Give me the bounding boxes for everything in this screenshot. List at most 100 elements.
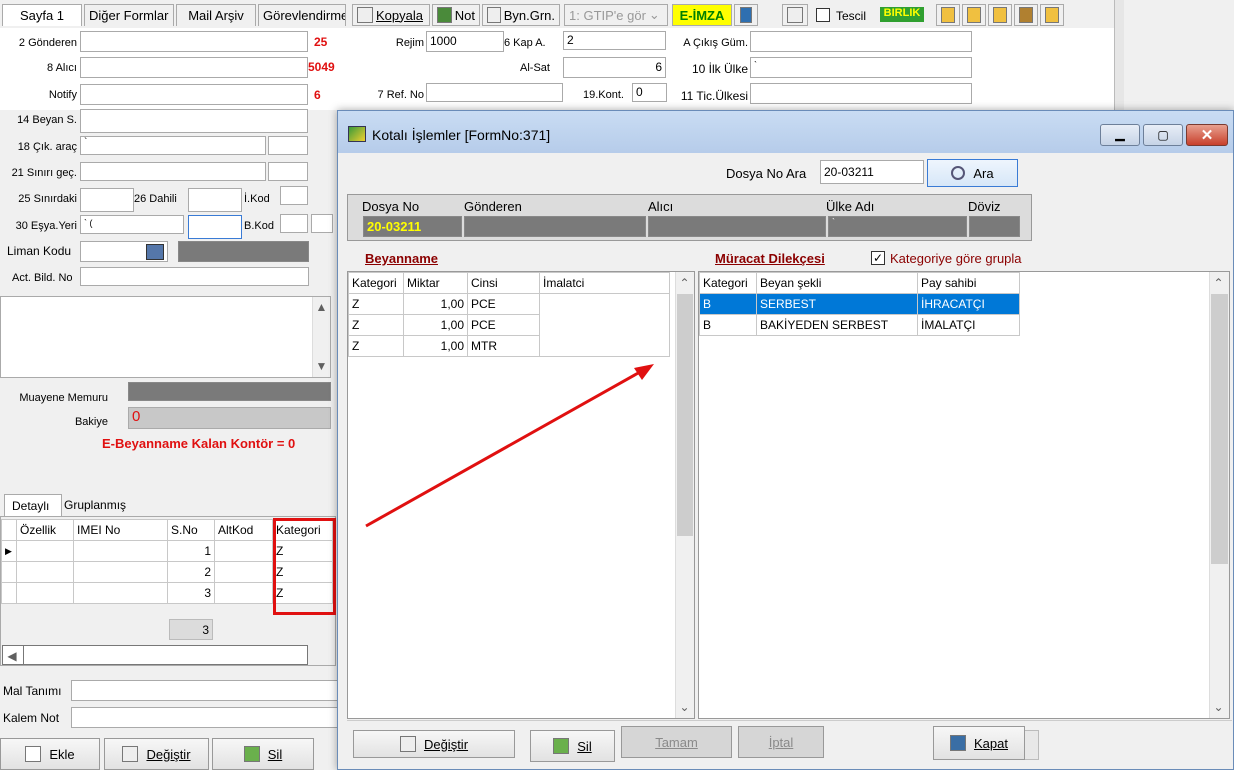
alici-field[interactable] xyxy=(80,57,308,78)
tab-diger-formlar[interactable]: Diğer Formlar xyxy=(84,4,174,26)
folder-new-button[interactable] xyxy=(1040,4,1064,26)
gtip-dropdown[interactable]: 1: GTIP'e gör ⌄ xyxy=(564,4,668,26)
ref-no-field[interactable] xyxy=(426,83,563,102)
cell[interactable]: İMALATÇI xyxy=(917,314,1020,336)
gonderen-field[interactable] xyxy=(80,31,308,52)
col-imalatci[interactable]: İmalatci xyxy=(539,272,670,294)
cell[interactable]: İHRACATÇI xyxy=(917,293,1020,315)
cell[interactable]: B xyxy=(699,293,757,315)
sinirdaki-field[interactable] xyxy=(80,188,134,212)
bkod-field-2[interactable] xyxy=(311,214,333,233)
cell[interactable]: PCE xyxy=(467,314,540,336)
birlik-logo[interactable]: BIRLIK xyxy=(880,7,924,22)
chevron-up-icon[interactable]: ⌃ xyxy=(676,276,693,290)
col-kategori[interactable]: Kategori xyxy=(699,272,757,294)
sinir-gec-field[interactable] xyxy=(80,162,266,181)
ilk-ulke-field[interactable]: ` xyxy=(750,57,972,78)
sil-button[interactable]: Sil xyxy=(212,738,314,770)
liman-kodu-dropdown-icon[interactable] xyxy=(146,244,164,260)
cik-arac-field[interactable]: ` xyxy=(80,136,266,155)
cell[interactable]: 2 xyxy=(167,561,215,583)
maximize-button[interactable]: ▢ xyxy=(1143,124,1183,146)
dialog-sil-button[interactable]: Sil xyxy=(530,730,615,762)
tab-sayfa1[interactable]: Sayfa 1 xyxy=(2,4,82,26)
hscroll-thumb[interactable] xyxy=(23,646,24,664)
mal-tanimi-field[interactable] xyxy=(71,680,341,701)
dahili-field[interactable] xyxy=(188,188,242,212)
cell[interactable] xyxy=(214,582,273,604)
table-row[interactable]: Z 1,00 PCE xyxy=(348,293,670,357)
kont-field[interactable]: 0 xyxy=(632,83,667,102)
shield-button[interactable] xyxy=(734,4,758,26)
cell[interactable] xyxy=(16,540,74,562)
tab-gorevlendirme[interactable]: Görevlendirme xyxy=(258,4,346,26)
scroll-thumb[interactable] xyxy=(1211,294,1228,564)
kalem-not-field[interactable] xyxy=(71,707,341,728)
cell[interactable]: 1,00 xyxy=(403,335,468,357)
acikis-field[interactable] xyxy=(750,31,972,52)
table-row-selected[interactable]: B SERBEST İHRACATÇI xyxy=(699,293,1020,315)
act-bild-no-field[interactable] xyxy=(80,267,309,286)
lower-hscrollbar[interactable]: ◀ xyxy=(2,645,308,665)
cell[interactable]: Z xyxy=(348,293,404,315)
cell[interactable] xyxy=(214,561,273,583)
grupla-checkbox[interactable]: ✓ xyxy=(871,251,885,265)
kopyala-button[interactable]: Kopyala xyxy=(352,4,430,26)
e-imza-button[interactable]: E-İMZA xyxy=(672,4,732,26)
table-row[interactable]: B BAKİYEDEN SERBEST İMALATÇI xyxy=(699,314,1020,336)
arrow-down-icon[interactable]: ▼ xyxy=(313,359,330,373)
col-altkod[interactable]: AltKod xyxy=(214,519,273,541)
chevron-down-icon[interactable]: ⌄ xyxy=(676,700,693,714)
kap-field[interactable]: 2 xyxy=(563,31,666,50)
cell[interactable]: MTR xyxy=(467,335,540,357)
chevron-down-icon[interactable]: ⌄ xyxy=(1210,700,1227,714)
col-sno[interactable]: S.No xyxy=(167,519,215,541)
tab-mail-arsiv[interactable]: Mail Arşiv xyxy=(176,4,256,26)
sinir-gec-code[interactable] xyxy=(268,162,308,181)
folder-open-button[interactable] xyxy=(936,4,960,26)
iptal-button[interactable]: İptal xyxy=(738,726,824,758)
lower-tab-detayli[interactable]: Detaylı xyxy=(4,494,62,516)
close-button[interactable]: ✕ xyxy=(1186,124,1228,146)
cell[interactable]: 3 xyxy=(167,582,215,604)
cell[interactable]: SERBEST xyxy=(756,293,918,315)
ekle-button[interactable]: Ekle xyxy=(0,738,100,770)
folder-arrow-button[interactable] xyxy=(988,4,1012,26)
minimize-button[interactable]: ▁ xyxy=(1100,124,1140,146)
cik-arac-code[interactable] xyxy=(268,136,308,155)
ikod-field[interactable] xyxy=(280,186,308,205)
cell[interactable] xyxy=(214,540,273,562)
not-button[interactable]: Not xyxy=(432,4,480,26)
preview-button[interactable] xyxy=(782,4,808,26)
notes-scrollbar[interactable]: ▲ ▼ xyxy=(312,297,330,377)
cell[interactable] xyxy=(16,582,74,604)
degistir-button[interactable]: Değiştir xyxy=(104,738,209,770)
cell[interactable]: BAKİYEDEN SERBEST xyxy=(756,314,918,336)
beyan-field[interactable] xyxy=(80,109,308,133)
gear-folder-button[interactable] xyxy=(1014,4,1038,26)
chevron-up-icon[interactable]: ⌃ xyxy=(1210,276,1227,290)
kapat-button[interactable]: Kapat xyxy=(933,726,1025,760)
cell[interactable] xyxy=(539,293,670,357)
cell[interactable]: 1 xyxy=(167,540,215,562)
cell[interactable] xyxy=(16,561,74,583)
cell[interactable]: B xyxy=(699,314,757,336)
col-cinsi[interactable]: Cinsi xyxy=(467,272,540,294)
tamam-button[interactable]: Tamam xyxy=(621,726,732,758)
dosya-no-ara-field[interactable]: 20-03211 xyxy=(820,160,924,184)
esya-yeri-code[interactable] xyxy=(188,215,242,239)
left-grid-scrollbar[interactable]: ⌃ ⌄ xyxy=(675,272,694,718)
cell[interactable]: Z xyxy=(348,335,404,357)
cell[interactable]: 1,00 xyxy=(403,293,468,315)
cell[interactable] xyxy=(73,561,168,583)
col-miktar[interactable]: Miktar xyxy=(403,272,468,294)
tescil-checkbox[interactable] xyxy=(816,8,830,22)
col-beyan-sekli[interactable]: Beyan şekli xyxy=(756,272,918,294)
tic-ulkesi-field[interactable] xyxy=(750,83,972,104)
cell[interactable] xyxy=(73,582,168,604)
notify-field[interactable] xyxy=(80,84,308,105)
ara-button[interactable]: Ara xyxy=(927,159,1018,187)
scroll-thumb[interactable] xyxy=(677,294,693,536)
arrow-left-icon[interactable]: ◀ xyxy=(5,649,19,663)
lower-tab-gruplanmis[interactable]: Gruplanmış xyxy=(64,498,126,512)
